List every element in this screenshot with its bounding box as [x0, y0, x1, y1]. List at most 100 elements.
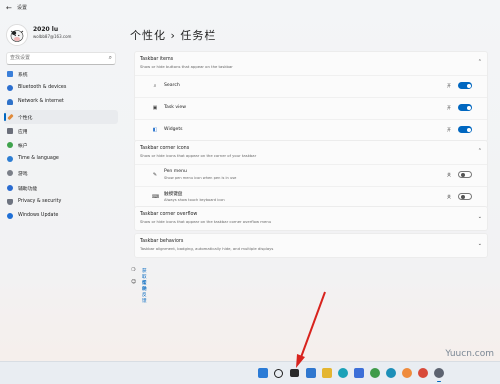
breadcrumb-separator-icon: ›: [170, 29, 176, 42]
section-title: Taskbar behaviors: [140, 239, 184, 244]
chevron-up-icon[interactable]: ⌃: [478, 59, 482, 65]
sidebar-item-label: 应用: [18, 129, 28, 135]
cow-avatar-icon: [7, 25, 27, 45]
taskbar-corner-overflow-section[interactable]: Taskbar corner overflow Show or hide ico…: [134, 206, 488, 231]
sidebar: 2020 lu wolbb87@163.com ⌕ 系统 Bluetooth &…: [0, 16, 122, 361]
taskbar: [0, 361, 500, 384]
globe-clock-icon: [7, 156, 13, 163]
sidebar-item-label: 个性化: [18, 115, 33, 121]
sidebar-item-privacy[interactable]: Privacy & security: [4, 195, 118, 209]
account-name: 2020 lu: [33, 26, 59, 33]
sidebar-item-system[interactable]: 系统: [4, 67, 118, 81]
sidebar-item-accessibility[interactable]: 辅助功能: [4, 181, 118, 195]
feedback-icon: ☺: [131, 279, 137, 285]
search-icon: ⌕: [153, 83, 157, 89]
toggle-knob: [466, 127, 471, 132]
app-icon[interactable]: [402, 368, 412, 378]
sidebar-item-personalization[interactable]: 个性化: [4, 109, 118, 124]
taskbar-behaviors-section[interactable]: Taskbar behaviors Taskbar alignment, bad…: [134, 233, 488, 258]
sidebar-item-network[interactable]: Network & internet: [4, 95, 118, 109]
sidebar-item-label: Windows Update: [18, 212, 59, 218]
section-subtitle: Show or hide buttons that appear on the …: [140, 64, 233, 69]
setting-row-task-view: ▣ Task view 开: [135, 97, 487, 119]
toggle-knob: [460, 173, 465, 177]
wifi-icon: [7, 99, 13, 106]
browser-icon[interactable]: [370, 368, 380, 378]
widgets-toggle[interactable]: [458, 126, 472, 133]
sidebar-item-accounts[interactable]: 帐户: [4, 138, 118, 152]
section-title: Taskbar corner icons: [140, 146, 190, 151]
chevron-down-icon[interactable]: ⌄: [478, 241, 482, 247]
setting-label: 触摸键盘: [164, 192, 183, 197]
account-email: wolbb87@163.com: [33, 34, 72, 39]
person-icon: [7, 141, 13, 148]
toggle-state-text: 开: [447, 127, 451, 132]
touch-keyboard-toggle[interactable]: [458, 193, 472, 200]
toggle-state-text: 开: [447, 83, 451, 88]
taskbar-items-header[interactable]: Taskbar items Show or hide buttons that …: [135, 52, 487, 75]
task-view-icon: ▣: [152, 105, 158, 111]
settings-search[interactable]: ⌕: [6, 52, 116, 65]
sidebar-item-bluetooth[interactable]: Bluetooth & devices: [4, 81, 118, 95]
chevron-up-icon[interactable]: ⌃: [478, 148, 482, 154]
breadcrumb: 个性化 › 任务栏: [130, 27, 216, 43]
search-icon[interactable]: ⌕: [109, 54, 112, 62]
watermark: Yuucn.com: [445, 349, 494, 359]
setting-row-touch-keyboard: ⌨ 触摸键盘 Always show touch keyboard icon 关: [135, 186, 487, 208]
setting-description: Always show touch keyboard icon: [164, 198, 225, 202]
back-arrow-icon[interactable]: ←: [6, 4, 12, 12]
sidebar-item-label: Privacy & security: [18, 198, 62, 204]
pen-icon: ✎: [152, 172, 158, 178]
taskbar-corner-icons-section: Taskbar corner icons Show or hide icons …: [134, 140, 488, 209]
search-icon[interactable]: [274, 369, 283, 378]
settings-icon[interactable]: [434, 368, 444, 382]
section-title: Taskbar corner overflow: [140, 212, 198, 217]
toggle-knob: [466, 105, 471, 110]
setting-row-pen-menu: ✎ Pen menu Show pen menu icon when pen i…: [135, 164, 487, 186]
apps-icon: [7, 127, 13, 134]
setting-description: Show pen menu icon when pen is in use: [164, 176, 237, 180]
widgets-icon[interactable]: [306, 368, 316, 378]
task-view-icon[interactable]: [290, 369, 299, 377]
taskbar-items-section: Taskbar items Show or hide buttons that …: [134, 51, 488, 142]
link-label[interactable]: 提供反馈: [142, 280, 147, 304]
edge-icon[interactable]: [338, 368, 348, 378]
corner-icons-header[interactable]: Taskbar corner icons Show or hide icons …: [135, 141, 487, 164]
chrome-icon[interactable]: [418, 368, 428, 378]
sidebar-item-time-language[interactable]: Time & language: [4, 152, 118, 166]
breadcrumb-parent[interactable]: 个性化: [130, 29, 166, 42]
sidebar-item-gaming[interactable]: 游戏: [4, 166, 118, 180]
search-input[interactable]: [10, 53, 100, 63]
setting-label: Search: [164, 83, 180, 88]
accessibility-icon: [7, 184, 13, 191]
search-toggle[interactable]: [458, 82, 472, 89]
keyboard-icon: ⌨: [152, 194, 160, 200]
setting-row-search: ⌕ Search 开: [135, 75, 487, 97]
sidebar-item-apps[interactable]: 应用: [4, 124, 118, 138]
sidebar-item-label: 帐户: [18, 143, 28, 149]
sidebar-item-label: 系统: [18, 73, 28, 78]
toggle-state-text: 开: [447, 105, 451, 110]
store-icon[interactable]: [354, 368, 364, 378]
file-explorer-icon[interactable]: [322, 368, 332, 378]
edge-beta-icon[interactable]: [386, 368, 396, 378]
sidebar-nav: 系统 Bluetooth & devices Network & interne…: [4, 67, 118, 223]
avatar[interactable]: [6, 24, 28, 46]
sidebar-item-label: Time & language: [18, 156, 59, 162]
task-view-toggle[interactable]: [458, 104, 472, 111]
corner-overflow-header[interactable]: Taskbar corner overflow Show or hide ico…: [135, 207, 487, 230]
setting-label: Task view: [164, 105, 186, 110]
gamepad-icon: [7, 170, 13, 177]
pen-menu-toggle[interactable]: [458, 171, 472, 178]
chevron-down-icon[interactable]: ⌄: [478, 214, 482, 220]
start-icon[interactable]: [258, 368, 268, 378]
shield-icon: [7, 198, 13, 205]
toggle-state-text: 关: [447, 172, 451, 177]
sidebar-item-label: Bluetooth & devices: [18, 85, 67, 91]
sidebar-item-label: 游戏: [18, 172, 28, 178]
sidebar-item-windows-update[interactable]: Windows Update: [4, 209, 118, 223]
monitor-icon: [7, 71, 13, 77]
behaviors-header[interactable]: Taskbar behaviors Taskbar alignment, bad…: [135, 234, 487, 257]
section-subtitle: Show or hide icons that appear on the co…: [140, 153, 257, 158]
toggle-state-text: 关: [447, 194, 451, 199]
